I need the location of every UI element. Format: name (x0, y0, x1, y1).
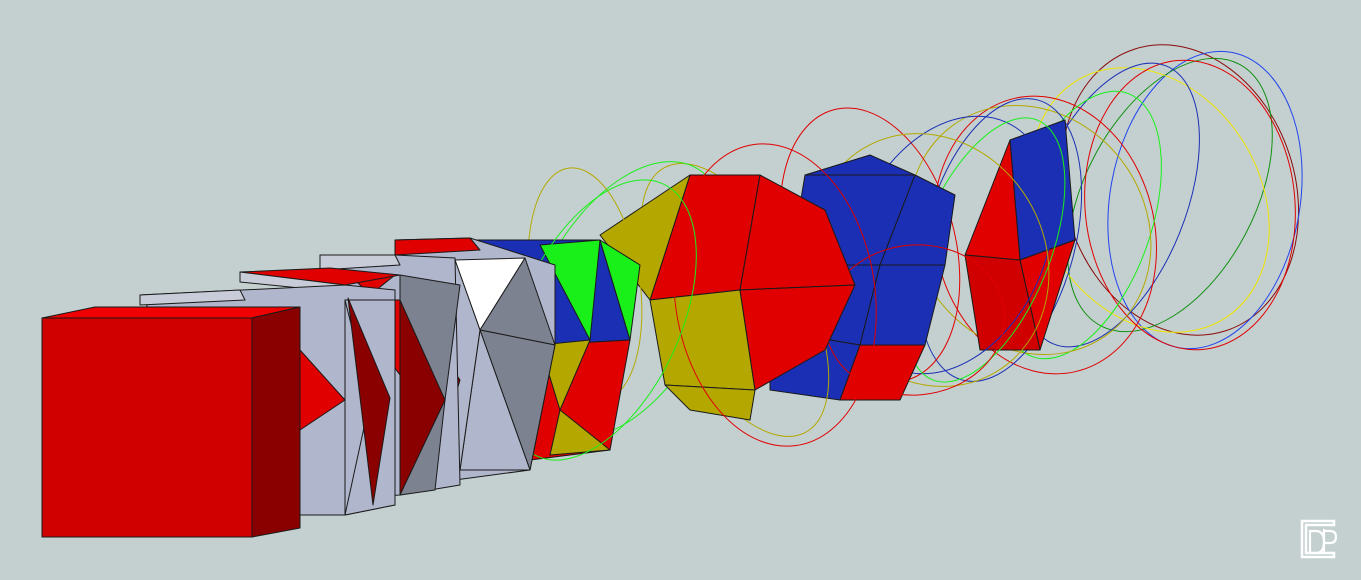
cube (41, 306, 301, 538)
polyhedra-rings-scene (41, 44, 1303, 538)
dp-monogram-icon (1300, 519, 1338, 559)
canvas-viewport (0, 0, 1361, 580)
